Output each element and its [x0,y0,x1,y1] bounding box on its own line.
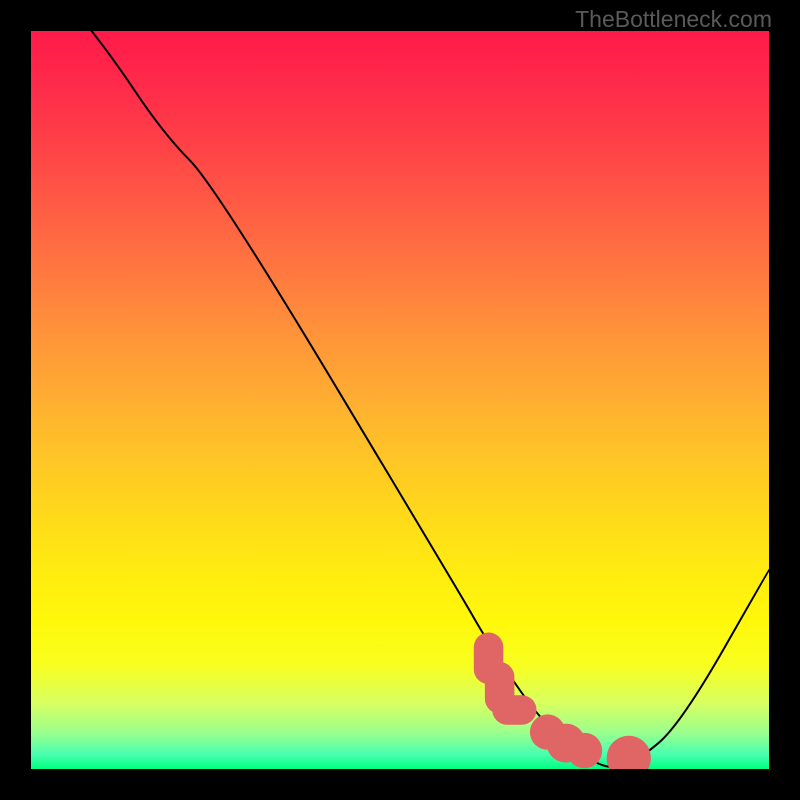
marker-group [474,632,651,769]
watermark-text: TheBottleneck.com [575,6,772,33]
plot-area [31,31,769,769]
curve-line [31,31,769,767]
chart-svg [31,31,769,769]
marker-dot [607,736,651,769]
marker-pill [492,695,536,725]
marker-dot [567,733,602,768]
